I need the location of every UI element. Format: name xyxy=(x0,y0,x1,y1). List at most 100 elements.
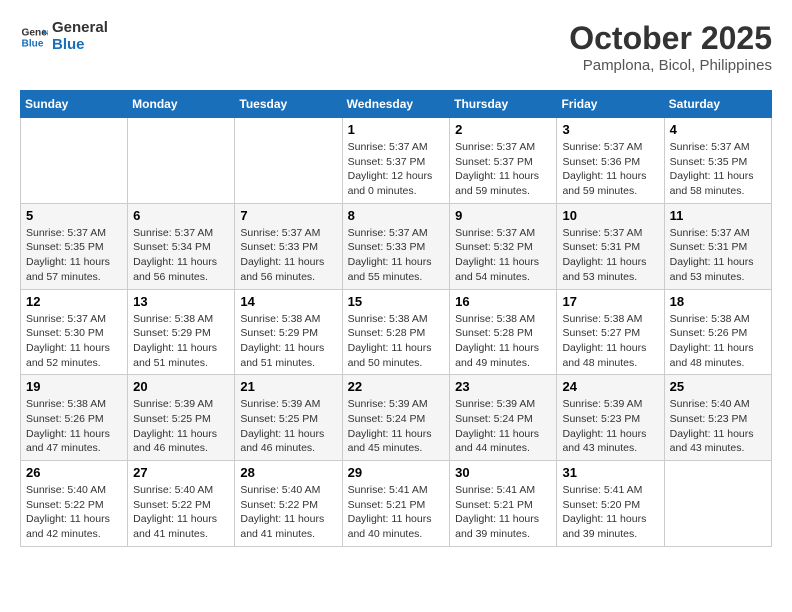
sunrise-text: Sunrise: 5:41 AM xyxy=(455,483,551,498)
sunrise-text: Sunrise: 5:38 AM xyxy=(348,312,445,327)
logo-text-blue: Blue xyxy=(52,37,108,54)
daylight-text: Daylight: 11 hours and 57 minutes. xyxy=(26,255,122,284)
sunset-text: Sunset: 5:25 PM xyxy=(133,412,229,427)
calendar-cell: 7 Sunrise: 5:37 AMSunset: 5:33 PMDaylight… xyxy=(235,203,342,289)
calendar-cell: 1Sunrise: 5:37 AMSunset: 5:37 PMDaylight… xyxy=(342,118,450,204)
calendar-cell: 4 Sunrise: 5:37 AMSunset: 5:35 PMDaylight… xyxy=(664,118,771,204)
day-number: 10 xyxy=(562,208,658,223)
sunrise-text: Sunrise: 5:40 AM xyxy=(26,483,122,498)
calendar-cell: 13Sunrise: 5:38 AMSunset: 5:29 PMDayligh… xyxy=(128,289,235,375)
calendar-cell: 9Sunrise: 5:37 AMSunset: 5:32 PMDaylight… xyxy=(450,203,557,289)
day-info: Sunrise: 5:37 AMSunset: 5:30 PMDaylight:… xyxy=(26,312,122,371)
calendar-week-row: 12Sunrise: 5:37 AMSunset: 5:30 PMDayligh… xyxy=(21,289,772,375)
calendar-cell: 10 Sunrise: 5:37 AMSunset: 5:31 PMDayligh… xyxy=(557,203,664,289)
calendar-cell: 26Sunrise: 5:40 AMSunset: 5:22 PMDayligh… xyxy=(21,461,128,547)
day-info: Sunrise: 5:37 AMSunset: 5:33 PMDaylight:… xyxy=(240,226,336,285)
sunrise-text: Sunrise: 5:37 AM xyxy=(670,140,766,155)
daylight-text: Daylight: 11 hours and 48 minutes. xyxy=(670,341,766,370)
daylight-text: Daylight: 11 hours and 53 minutes. xyxy=(562,255,658,284)
day-info: Sunrise: 5:39 AMSunset: 5:25 PMDaylight:… xyxy=(133,397,229,456)
day-number: 27 xyxy=(133,465,229,480)
day-number: 15 xyxy=(348,294,445,309)
calendar-cell: 27 Sunrise: 5:40 AMSunset: 5:22 PMDayligh… xyxy=(128,461,235,547)
day-info: Sunrise: 5:37 AMSunset: 5:37 PMDaylight:… xyxy=(455,140,551,199)
daylight-text: Daylight: 11 hours and 58 minutes. xyxy=(670,169,766,198)
daylight-text: Daylight: 11 hours and 59 minutes. xyxy=(562,169,658,198)
calendar-week-row: 1Sunrise: 5:37 AMSunset: 5:37 PMDaylight… xyxy=(21,118,772,204)
daylight-text: Daylight: 11 hours and 56 minutes. xyxy=(133,255,229,284)
calendar-cell xyxy=(21,118,128,204)
sunrise-text: Sunrise: 5:40 AM xyxy=(240,483,336,498)
day-number: 3 xyxy=(562,122,658,137)
sunset-text: Sunset: 5:21 PM xyxy=(348,498,445,513)
sunrise-text: Sunrise: 5:39 AM xyxy=(240,397,336,412)
sunset-text: Sunset: 5:24 PM xyxy=(455,412,551,427)
daylight-text: Daylight: 11 hours and 53 minutes. xyxy=(670,255,766,284)
sunset-text: Sunset: 5:23 PM xyxy=(670,412,766,427)
sunrise-text: Sunrise: 5:38 AM xyxy=(240,312,336,327)
day-number: 19 xyxy=(26,379,122,394)
calendar-cell: 29Sunrise: 5:41 AMSunset: 5:21 PMDayligh… xyxy=(342,461,450,547)
day-number: 6 xyxy=(133,208,229,223)
day-of-week-header: Wednesday xyxy=(342,91,450,118)
day-of-week-header: Thursday xyxy=(450,91,557,118)
daylight-text: Daylight: 11 hours and 43 minutes. xyxy=(670,427,766,456)
calendar-cell xyxy=(235,118,342,204)
sunset-text: Sunset: 5:21 PM xyxy=(455,498,551,513)
day-number: 30 xyxy=(455,465,551,480)
sunset-text: Sunset: 5:35 PM xyxy=(670,155,766,170)
sunrise-text: Sunrise: 5:37 AM xyxy=(562,226,658,241)
day-number: 24 xyxy=(562,379,658,394)
day-info: Sunrise: 5:40 AMSunset: 5:22 PMDaylight:… xyxy=(26,483,122,542)
day-info: Sunrise: 5:41 AMSunset: 5:21 PMDaylight:… xyxy=(348,483,445,542)
sunrise-text: Sunrise: 5:37 AM xyxy=(26,312,122,327)
calendar-cell: 17Sunrise: 5:38 AMSunset: 5:27 PMDayligh… xyxy=(557,289,664,375)
daylight-text: Daylight: 11 hours and 41 minutes. xyxy=(240,512,336,541)
calendar-cell xyxy=(664,461,771,547)
day-number: 4 xyxy=(670,122,766,137)
calendar: SundayMondayTuesdayWednesdayThursdayFrid… xyxy=(20,90,772,547)
day-number: 23 xyxy=(455,379,551,394)
calendar-cell xyxy=(128,118,235,204)
daylight-text: Daylight: 11 hours and 42 minutes. xyxy=(26,512,122,541)
sunrise-text: Sunrise: 5:37 AM xyxy=(348,140,445,155)
sunrise-text: Sunrise: 5:37 AM xyxy=(240,226,336,241)
sunrise-text: Sunrise: 5:40 AM xyxy=(670,397,766,412)
daylight-text: Daylight: 11 hours and 59 minutes. xyxy=(455,169,551,198)
daylight-text: Daylight: 11 hours and 41 minutes. xyxy=(133,512,229,541)
daylight-text: Daylight: 11 hours and 52 minutes. xyxy=(26,341,122,370)
sunrise-text: Sunrise: 5:37 AM xyxy=(670,226,766,241)
sunrise-text: Sunrise: 5:39 AM xyxy=(348,397,445,412)
day-number: 7 xyxy=(240,208,336,223)
daylight-text: Daylight: 11 hours and 55 minutes. xyxy=(348,255,445,284)
sunset-text: Sunset: 5:37 PM xyxy=(348,155,445,170)
daylight-text: Daylight: 11 hours and 47 minutes. xyxy=(26,427,122,456)
daylight-text: Daylight: 11 hours and 39 minutes. xyxy=(562,512,658,541)
location-title: Pamplona, Bicol, Philippines xyxy=(569,57,772,74)
day-number: 31 xyxy=(562,465,658,480)
daylight-text: Daylight: 11 hours and 51 minutes. xyxy=(240,341,336,370)
sunset-text: Sunset: 5:28 PM xyxy=(348,326,445,341)
sunset-text: Sunset: 5:31 PM xyxy=(562,240,658,255)
day-number: 11 xyxy=(670,208,766,223)
logo-icon: General Blue xyxy=(20,23,48,51)
daylight-text: Daylight: 11 hours and 51 minutes. xyxy=(133,341,229,370)
calendar-cell: 11 Sunrise: 5:37 AMSunset: 5:31 PMDayligh… xyxy=(664,203,771,289)
sunset-text: Sunset: 5:22 PM xyxy=(240,498,336,513)
sunrise-text: Sunrise: 5:39 AM xyxy=(562,397,658,412)
calendar-cell: 31Sunrise: 5:41 AMSunset: 5:20 PMDayligh… xyxy=(557,461,664,547)
calendar-cell: 25Sunrise: 5:40 AMSunset: 5:23 PMDayligh… xyxy=(664,375,771,461)
sunrise-text: Sunrise: 5:41 AM xyxy=(348,483,445,498)
sunrise-text: Sunrise: 5:40 AM xyxy=(133,483,229,498)
daylight-text: Daylight: 11 hours and 39 minutes. xyxy=(455,512,551,541)
daylight-text: Daylight: 11 hours and 46 minutes. xyxy=(133,427,229,456)
day-info: Sunrise: 5:40 AMSunset: 5:22 PMDaylight:… xyxy=(133,483,229,542)
calendar-cell: 20 Sunrise: 5:39 AMSunset: 5:25 PMDayligh… xyxy=(128,375,235,461)
sunset-text: Sunset: 5:26 PM xyxy=(26,412,122,427)
sunset-text: Sunset: 5:22 PM xyxy=(26,498,122,513)
day-number: 20 xyxy=(133,379,229,394)
sunrise-text: Sunrise: 5:38 AM xyxy=(455,312,551,327)
day-info: Sunrise: 5:37 AMSunset: 5:31 PMDaylight:… xyxy=(670,226,766,285)
svg-text:Blue: Blue xyxy=(22,38,44,49)
calendar-cell: 19Sunrise: 5:38 AMSunset: 5:26 PMDayligh… xyxy=(21,375,128,461)
